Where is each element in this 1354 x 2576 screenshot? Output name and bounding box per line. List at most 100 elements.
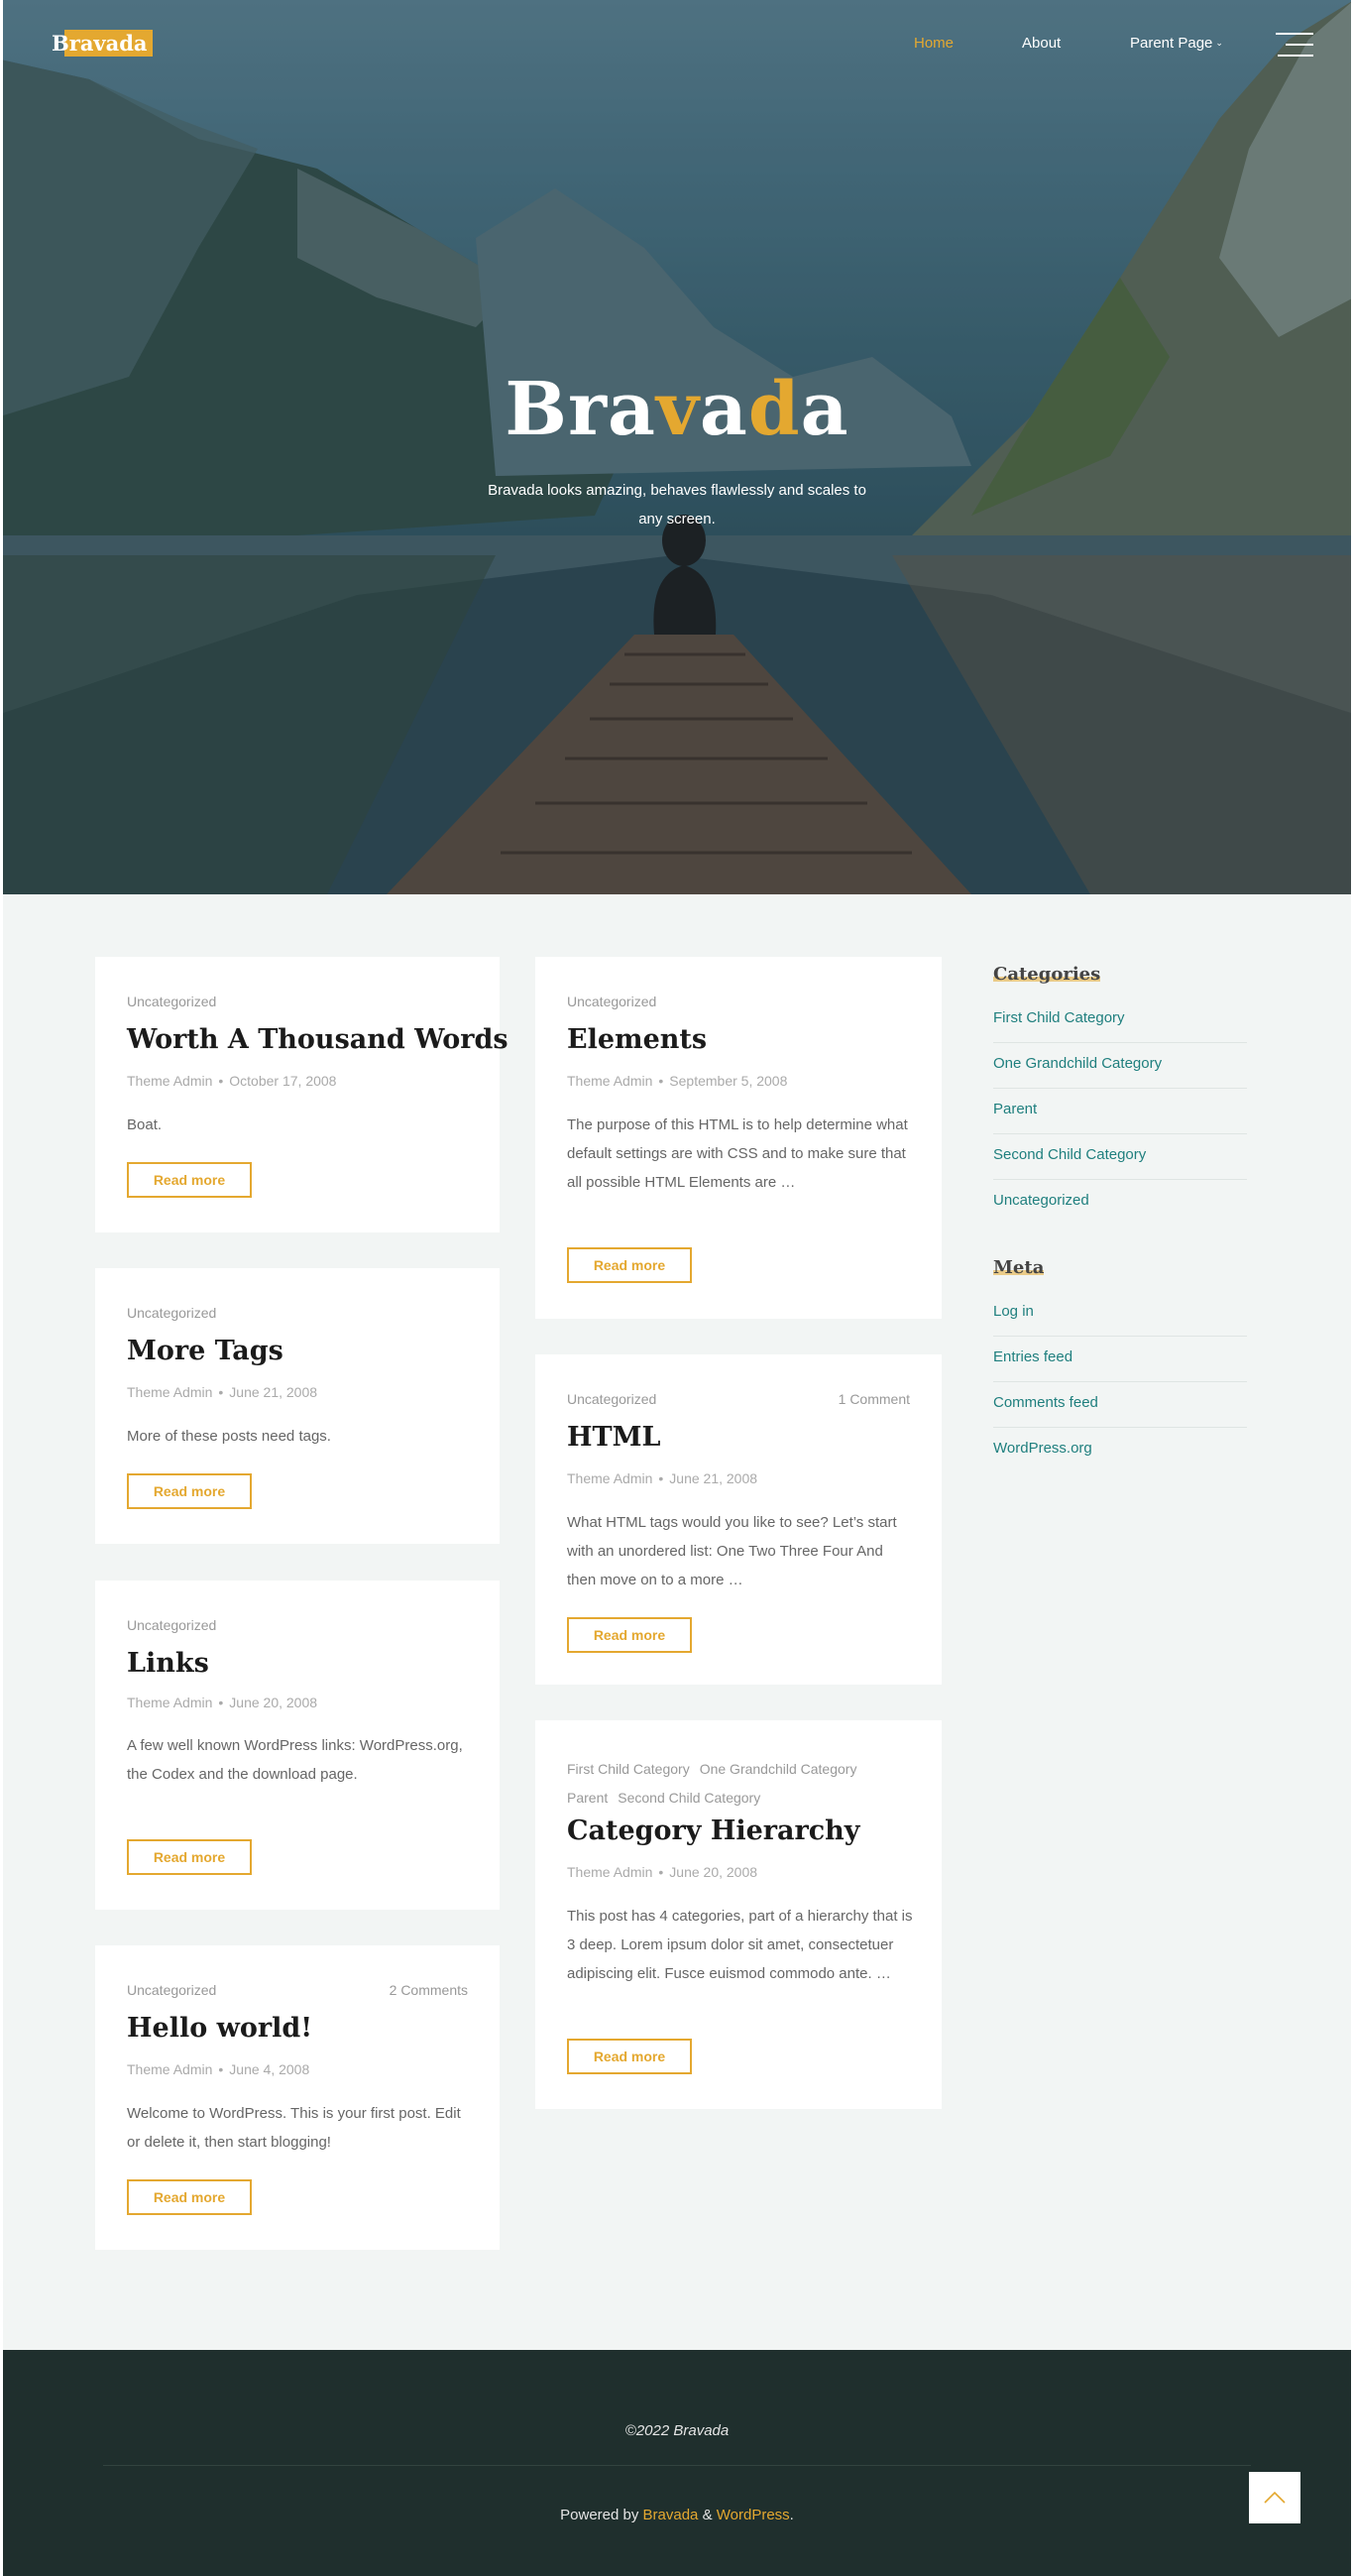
post-category-link[interactable]: One Grandchild Category [700, 1761, 857, 1777]
post-category-link[interactable]: First Child Category [567, 1761, 690, 1777]
post-excerpt: Welcome to WordPress. This is your first… [127, 2105, 461, 2151]
powered-by-text: Powered by [560, 2507, 643, 2523]
chevron-up-icon [1264, 2491, 1286, 2504]
post-title[interactable]: HTML [567, 1422, 660, 1453]
read-more-button[interactable]: Read more [127, 2179, 252, 2215]
read-more-button[interactable]: Read more [567, 2039, 692, 2074]
theme-link[interactable]: Bravada [643, 2507, 699, 2523]
post-meta: Theme Admin • September 5, 2008 [567, 1073, 788, 1089]
post-excerpt: Boat. [127, 1116, 163, 1133]
hero-subtitle: Bravada looks amazing, behaves flawlessl… [488, 482, 866, 527]
category-link[interactable]: Parent [993, 1089, 1247, 1134]
site-logo[interactable]: Bravada [47, 30, 153, 57]
post-card: Uncategorized Links Theme Admin • June 20,… [95, 1581, 500, 1910]
chevron-down-icon: ⌄ [1215, 38, 1223, 48]
post-date[interactable]: June 21, 2008 [669, 1470, 757, 1486]
hero-title-part: Bra [505, 367, 656, 452]
post-meta: Theme Admin • June 21, 2008 [567, 1470, 758, 1486]
post-meta: Theme Admin • June 4, 2008 [127, 2061, 310, 2077]
post-date[interactable]: October 17, 2008 [229, 1073, 336, 1089]
post-category[interactable]: Uncategorized [127, 1617, 216, 1633]
post-category-link[interactable]: Parent [567, 1790, 608, 1806]
post-category[interactable]: Uncategorized [127, 994, 216, 1009]
post-card: Uncategorized 2 Comments Hello world! Th… [95, 1945, 500, 2250]
nav-item-label: Home [914, 35, 955, 52]
meta-link[interactable]: Entries feed [993, 1337, 1247, 1382]
post-category[interactable]: Uncategorized [127, 1305, 216, 1321]
post-meta: Theme Admin • October 17, 2008 [127, 1073, 337, 1089]
post-title[interactable]: More Tags [127, 1336, 283, 1366]
post-categories: First Child Category One Grandchild Categ… [567, 1755, 914, 1813]
post-excerpt: The purpose of this HTML is to help dete… [567, 1116, 908, 1191]
post-author[interactable]: Theme Admin [127, 2061, 212, 2077]
widget-title-text: Meta [993, 1257, 1045, 1278]
post-meta: Theme Admin • June 21, 2008 [127, 1384, 318, 1400]
top-navigation: Bravada Home About Parent Page ⌄ [0, 0, 1354, 89]
post-date[interactable]: June 20, 2008 [669, 1864, 757, 1880]
post-author[interactable]: Theme Admin [567, 1470, 652, 1486]
post-category[interactable]: Uncategorized [567, 1391, 656, 1407]
meta-link[interactable]: WordPress.org [993, 1428, 1247, 1473]
post-date[interactable]: June 4, 2008 [229, 2061, 309, 2077]
meta-link[interactable]: Comments feed [993, 1382, 1247, 1428]
widget-title-text: Categories [993, 964, 1101, 985]
nav-item-label: About [1022, 35, 1062, 52]
category-link[interactable]: Uncategorized [993, 1180, 1247, 1226]
post-card: Uncategorized 1 Comment HTML Theme Admin… [535, 1354, 942, 1685]
post-category[interactable]: Uncategorized [567, 994, 656, 1009]
wordpress-link[interactable]: WordPress [717, 2507, 790, 2523]
read-more-button[interactable]: Read more [127, 1839, 252, 1875]
hamburger-icon[interactable] [1276, 33, 1313, 57]
site-footer: ©2022 Bravada Powered by Bravada & WordP… [0, 2350, 1354, 2576]
post-category-link[interactable]: Second Child Category [618, 1790, 760, 1806]
powered-by-separator: & [698, 2507, 717, 2523]
nav-item-label: Parent Page [1130, 35, 1213, 52]
post-title[interactable]: Elements [567, 1024, 707, 1055]
category-link[interactable]: Second Child Category [993, 1134, 1247, 1180]
powered-by-suffix: . [789, 2507, 794, 2523]
post-card: First Child Category One Grandchild Categ… [535, 1720, 942, 2109]
post-card: Uncategorized Worth A Thousand Words The… [95, 957, 508, 1232]
nav-item-about[interactable]: About [1022, 35, 1061, 52]
post-comments-count[interactable]: 1 Comment [839, 1391, 910, 1407]
meta-list: Log in Entries feed Comments feed WordPr… [993, 1291, 1247, 1473]
post-author[interactable]: Theme Admin [567, 1073, 652, 1089]
post-author[interactable]: Theme Admin [127, 1695, 212, 1710]
nav-item-home[interactable]: Home [914, 35, 954, 52]
categories-widget-title: Categories [993, 964, 1101, 985]
post-category[interactable]: Uncategorized [127, 1982, 216, 1998]
category-link[interactable]: One Grandchild Category [993, 1043, 1247, 1089]
hero-title-part: a [699, 367, 748, 452]
read-more-button[interactable]: Read more [567, 1617, 692, 1653]
post-date[interactable]: June 20, 2008 [229, 1695, 317, 1710]
hero-banner: Bravada Home About Parent Page ⌄ Bravada … [0, 0, 1354, 894]
post-title[interactable]: Hello world! [127, 2013, 312, 2044]
post-card: Uncategorized More Tags Theme Admin • June… [95, 1268, 500, 1544]
meta-link[interactable]: Log in [993, 1291, 1247, 1337]
post-title[interactable]: Worth A Thousand Words [127, 1024, 508, 1055]
post-comments-count[interactable]: 2 Comments [390, 1982, 468, 1998]
hero-title-part-accent: v [655, 367, 700, 452]
hero-title-part: a [800, 367, 849, 452]
post-title[interactable]: Category Hierarchy [567, 1815, 859, 1846]
post-date[interactable]: June 21, 2008 [229, 1384, 317, 1400]
post-excerpt: What HTML tags would you like to see? Le… [567, 1514, 897, 1588]
nav-item-parent-page[interactable]: Parent Page ⌄ [1130, 35, 1223, 52]
post-author[interactable]: Theme Admin [127, 1073, 212, 1089]
post-meta: Theme Admin • June 20, 2008 [567, 1864, 758, 1880]
post-date[interactable]: September 5, 2008 [669, 1073, 787, 1089]
page-edge-left [0, 0, 3, 2576]
read-more-button[interactable]: Read more [567, 1247, 692, 1283]
footer-powered-by: Powered by Bravada & WordPress. [0, 2507, 1354, 2523]
post-author[interactable]: Theme Admin [567, 1864, 652, 1880]
back-to-top-button[interactable] [1249, 2472, 1300, 2523]
post-meta: Theme Admin • June 20, 2008 [127, 1695, 318, 1710]
post-author[interactable]: Theme Admin [127, 1384, 212, 1400]
category-link[interactable]: First Child Category [993, 997, 1247, 1043]
footer-copyright: ©2022 Bravada [624, 2422, 730, 2439]
read-more-button[interactable]: Read more [127, 1162, 252, 1198]
read-more-button[interactable]: Read more [127, 1473, 252, 1509]
footer-divider [103, 2465, 1251, 2466]
post-title[interactable]: Links [127, 1648, 209, 1679]
post-excerpt: A few well known WordPress links: WordPr… [127, 1737, 463, 1783]
